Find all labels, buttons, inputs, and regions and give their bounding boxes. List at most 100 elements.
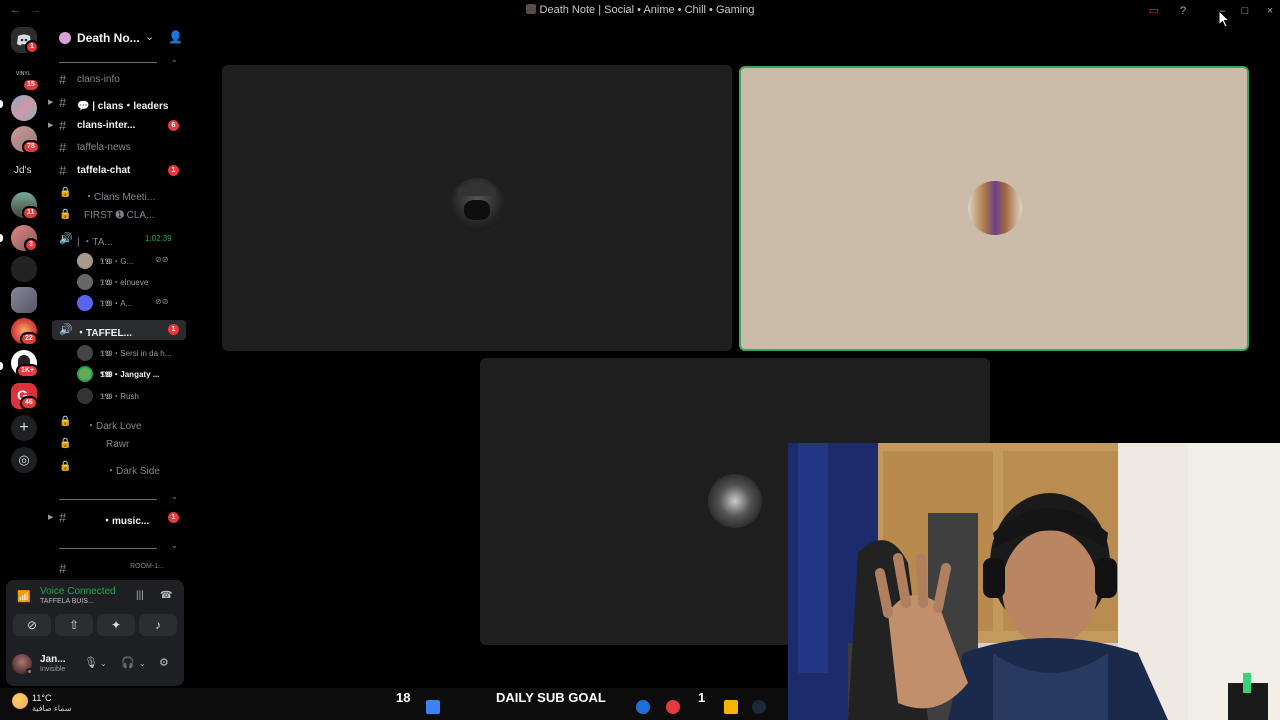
voice-user-name: 𝕿𝖂・elnueve <box>100 278 149 287</box>
noise-suppression-icon[interactable]: ||| <box>136 590 144 601</box>
invite-people-icon[interactable]: 👤 <box>168 30 183 44</box>
voice-channel-taffel-selected[interactable]: 🔊 ・TAFFEL... 1 <box>52 320 186 340</box>
channel-label: ・music... <box>102 516 150 527</box>
chevron-down-icon[interactable]: ⌄ <box>145 30 154 43</box>
user-name[interactable]: Jan... <box>40 654 66 665</box>
settings-gear-icon[interactable]: ⚙ <box>159 656 169 669</box>
voice-status[interactable]: Voice Connected <box>40 586 116 597</box>
discover-icon[interactable]: ◎ <box>11 447 37 473</box>
voice-user[interactable]: 𝕿𝖂・elnueve <box>48 272 190 293</box>
hash-icon: # <box>59 95 67 110</box>
folder-label[interactable]: Jd's <box>14 165 31 176</box>
disconnect-icon[interactable]: ☎ <box>160 590 172 601</box>
signal-icon[interactable]: 📶 <box>17 590 31 603</box>
channel-taffela-chat[interactable]: # taffela-chat 1 <box>48 161 190 181</box>
server-avatar[interactable] <box>11 95 37 121</box>
voice-timer: 1:02:39 <box>145 234 172 243</box>
server-badge: 22 <box>20 332 38 346</box>
channel-label: clans-inter... <box>77 120 136 131</box>
channel-dark-love[interactable]: 🔒 ・Dark Love <box>48 413 190 433</box>
speaker-icon: 🔊 <box>59 324 73 336</box>
screen-share-button[interactable]: ⇧ <box>55 614 93 636</box>
camera-off-button[interactable]: ⊘ <box>13 614 51 636</box>
channel-label: clans-info <box>77 74 120 85</box>
webcam-overlay <box>788 443 1280 720</box>
channel-clans-leaders[interactable]: ▶ # 💬 | clans・leaders <box>48 93 190 113</box>
activities-button[interactable]: ✦ <box>97 614 135 636</box>
server-icon <box>525 4 536 14</box>
chevron-down-icon[interactable]: ⌄ <box>171 492 178 501</box>
soundboard-button[interactable]: ♪ <box>139 614 177 636</box>
mention-badge: 1 <box>168 165 179 176</box>
voice-user[interactable]: 𝕿𝖂・G... ⊘⊘ <box>48 251 190 272</box>
sub-goal-label: DAILY SUB GOAL <box>496 690 606 705</box>
chevron-down-icon[interactable]: ⌄ <box>139 659 146 668</box>
mention-badge: 6 <box>168 120 179 131</box>
voice-user[interactable]: 𝕿𝖂・Rush <box>48 386 190 407</box>
channel-label: FIRST ➊ CLA... <box>84 210 155 221</box>
channel-clans-info[interactable]: # clans-info <box>48 70 190 90</box>
guild-header[interactable]: Death No... ⌄ 👤 <box>48 22 190 54</box>
lock-icon: 🔒 <box>59 209 72 220</box>
channel-dark-side[interactable]: 🔒 ・Dark Side <box>48 458 190 478</box>
avatar <box>77 345 93 361</box>
temperature: 11°C <box>32 693 52 703</box>
help-icon[interactable]: ? <box>1175 3 1191 19</box>
channel-label: ROOM-1... <box>130 563 164 570</box>
hash-icon: # <box>59 163 67 178</box>
add-server-icon[interactable]: + <box>11 415 37 441</box>
sub-goal-overlay: 18 DAILY SUB GOAL 1 <box>360 688 740 708</box>
mic-icon[interactable]: 🎙 <box>84 656 98 669</box>
hash-icon: # <box>59 510 67 525</box>
voice-user[interactable]: 𝕿𝖂・A... ⊘⊘ <box>48 293 190 314</box>
sub-goal-current: 18 <box>396 690 411 705</box>
inbox-icon[interactable]: ▭ <box>1146 3 1162 19</box>
channel-music[interactable]: ▶ # ・music... 1 <box>48 508 190 528</box>
category-divider <box>59 548 157 549</box>
server-badge: 46 <box>20 396 38 410</box>
mouse-cursor-icon <box>1218 10 1230 28</box>
channel-clans-meeting[interactable]: 🔒 ・Clans Meeti... <box>48 184 190 204</box>
voice-channel-ta[interactable]: 🔊 | ・TA... 1:02:39 <box>48 229 190 249</box>
avatar <box>77 253 93 269</box>
server-avatar[interactable] <box>11 287 37 313</box>
channel-taffela-news[interactable]: # taffela-news <box>48 138 190 158</box>
lock-icon: 🔒 <box>59 416 72 427</box>
maximize-icon[interactable]: □ <box>1237 3 1253 19</box>
weather-description: سماء صافية <box>32 704 72 713</box>
close-icon[interactable]: × <box>1262 3 1278 19</box>
channel-first-clan[interactable]: 🔒 FIRST ➊ CLA... <box>48 206 190 226</box>
video-tile-speaking[interactable] <box>739 66 1249 351</box>
chevron-down-icon[interactable]: ⌄ <box>100 659 107 668</box>
avatar <box>77 274 93 290</box>
avatar <box>77 388 93 404</box>
channel-clans-inter[interactable]: ▶ # clans-inter... 6 <box>48 116 190 136</box>
channel-label: 💬 | clans・leaders <box>77 101 169 112</box>
home-badge: 1 <box>25 40 39 54</box>
guild-name: Death No... <box>77 31 140 45</box>
server-avatar[interactable] <box>11 256 37 282</box>
weather-icon[interactable] <box>12 693 28 709</box>
title-bar: ← → Death Note | Social • Anime • Chill … <box>0 0 1280 22</box>
channel-label: ・Dark Love <box>86 421 142 432</box>
video-tile[interactable] <box>222 65 732 351</box>
channel-rawr[interactable]: 🔒 Rawr <box>48 435 190 455</box>
voice-channel-name[interactable]: TAFFELA BUIS... <box>40 598 94 605</box>
channel-label: ・TAFFEL... <box>76 328 132 339</box>
headphones-icon[interactable]: 🎧 <box>121 656 135 669</box>
chevron-down-icon[interactable]: ⌄ <box>171 55 178 64</box>
muted-mic-icon: ⊘⊘ <box>155 297 169 306</box>
hash-icon: # <box>59 561 67 576</box>
voice-user-name: 𝕿𝖂・G... <box>100 257 134 266</box>
voice-user[interactable]: 𝕿𝖂・Sersi in da h... <box>48 343 190 364</box>
channel-label: | ・TA... <box>77 237 113 248</box>
chevron-down-icon[interactable]: ⌄ <box>171 541 178 550</box>
channel-room[interactable]: # ROOM-1... <box>48 559 190 579</box>
unread-pill <box>0 234 3 242</box>
expand-arrow-icon: ▶ <box>48 122 54 129</box>
voice-user[interactable]: 𝕿𝖂・Jangaty ... <box>48 364 190 385</box>
steam-icon[interactable] <box>752 700 766 714</box>
expand-arrow-icon: ▶ <box>48 99 54 106</box>
hash-icon: # <box>59 72 67 87</box>
mention-badge: 1 <box>168 512 179 523</box>
